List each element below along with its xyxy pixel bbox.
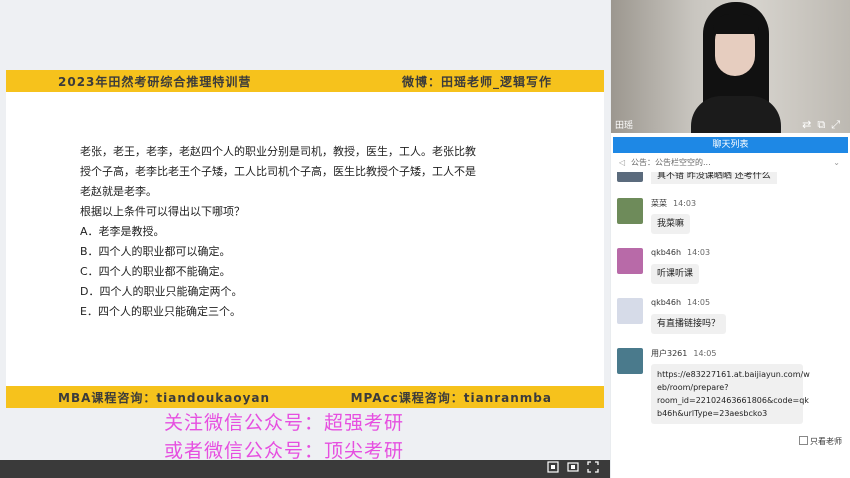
message-user: qkb46h 14:05 (651, 298, 711, 307)
expand-icon[interactable] (586, 461, 600, 475)
screenshot-icon[interactable] (546, 461, 560, 475)
question-prompt: 根据以上条件可以得出以下哪项？ (80, 205, 245, 218)
message-user: 用户3261 14:05 (651, 349, 717, 358)
message-time: 14:03 (673, 199, 697, 208)
option-a: A．老李是教授。 (80, 225, 165, 238)
message-time: 14:05 (693, 349, 717, 358)
notice-text: 公告：公告栏空空的... (631, 158, 711, 167)
message-bubble: 听课听课 (651, 264, 700, 284)
side-panel: 田瑶 ⇄⧉⤢ 聊天列表 ◁ 公告：公告栏空空的... ⌄ 真不错 昨没课晒晒 还… (611, 0, 850, 478)
message-time: 14:05 (687, 298, 711, 307)
slide: 2023年田然考研综合推理特训营 微博：田瑶老师_逻辑写作 老张，老王，老李，老… (6, 70, 604, 408)
option-e: E．四个人的职业只能确定三个。 (80, 305, 241, 318)
message-user: qkb46h 14:03 (651, 248, 711, 257)
option-d: D．四个人的职业只能确定两个。 (80, 285, 243, 298)
checkbox[interactable] (799, 436, 808, 445)
chat-message-partial: 真不错 昨没课晒晒 还考什么 (617, 172, 847, 184)
only-teacher-toggle[interactable]: 只看老师 (799, 436, 842, 447)
link-line: b46h&urlType=23aesbcko3 (657, 409, 768, 418)
question-line: 老赵就是老李。 (80, 185, 157, 198)
link-message-bubble[interactable]: https://e83227161.at.baijiayun.com/w eb/… (651, 364, 810, 424)
message-bubble: 我菜嘛 (651, 214, 691, 234)
notice-bar[interactable]: ◁ 公告：公告栏空空的... ⌄ (611, 155, 850, 171)
message-bubble: 有直播链接吗？ (651, 314, 727, 334)
link-line: eb/room/prepare? (657, 383, 729, 392)
video-controls[interactable]: ⇄⧉⤢ (802, 118, 846, 132)
slide-top-banner: 2023年田然考研综合推理特训营 微博：田瑶老师_逻辑写作 (6, 70, 604, 92)
teacher-name: 田瑶 (615, 121, 634, 131)
avatar (617, 248, 643, 274)
teacher-body (691, 96, 781, 133)
switch-icon[interactable]: ⇄ (802, 118, 817, 131)
popout-icon[interactable]: ⧉ (817, 118, 831, 131)
question-line: 老张，老王，老李，老赵四个人的职业分别是司机，教授，医生，工人。老张比教 (80, 145, 476, 158)
watermark-line-2: 或者微信公众号：顶尖考研 (164, 440, 405, 462)
avatar (617, 172, 643, 182)
option-c: C．四个人的职业都不能确定。 (80, 265, 231, 278)
message-bubble: 真不错 昨没课晒晒 还考什么 (651, 172, 777, 184)
speaker-icon: ◁ (619, 158, 626, 167)
player-control-bar (0, 460, 610, 478)
question-text: 老张，老王，老李，老赵四个人的职业分别是司机，教授，医生，工人。老张比教 授个子… (80, 142, 500, 322)
tab-chat-list[interactable]: 聊天列表 (613, 137, 848, 153)
chevron-down-icon[interactable]: ⌄ (833, 155, 840, 171)
message-time: 14:03 (687, 248, 711, 257)
option-b: B．四个人的职业都可以确定。 (80, 245, 231, 258)
teacher-video: 田瑶 ⇄⧉⤢ (611, 0, 850, 133)
avatar (617, 298, 643, 324)
link-line: https://e83227161.at.baijiayun.com/w (657, 370, 810, 379)
mpacc-contact: MPAcc课程咨询：tianranmba (350, 390, 552, 405)
slide-bottom-banner: MBA课程咨询：tiandoukaoyan MPAcc课程咨询：tianranm… (6, 386, 604, 408)
link-line: room_id=22102463661806&code=qk (657, 396, 809, 405)
watermark-line-1: 关注微信公众号：超强考研 (164, 412, 405, 434)
teacher-fringe (713, 14, 759, 34)
banner-title: 2023年田然考研综合推理特训营 (58, 74, 252, 89)
question-line: 授个子高，老李比老王个子矮，工人比司机个子高，医生比教授个子矮，工人不是 (80, 165, 476, 178)
maximize-icon[interactable]: ⤢ (831, 118, 846, 131)
avatar (617, 348, 643, 374)
mba-contact: MBA课程咨询：tiandoukaoyan (58, 390, 271, 405)
fullscreen-icon[interactable] (566, 461, 580, 475)
main-stage: 2023年田然考研综合推理特训营 微博：田瑶老师_逻辑写作 老张，老王，老李，老… (0, 0, 610, 478)
avatar (617, 198, 643, 224)
banner-weibo: 微博：田瑶老师_逻辑写作 (401, 74, 552, 89)
message-user: 菜菜 14:03 (651, 199, 697, 208)
only-teacher-label: 只看老师 (810, 437, 842, 446)
